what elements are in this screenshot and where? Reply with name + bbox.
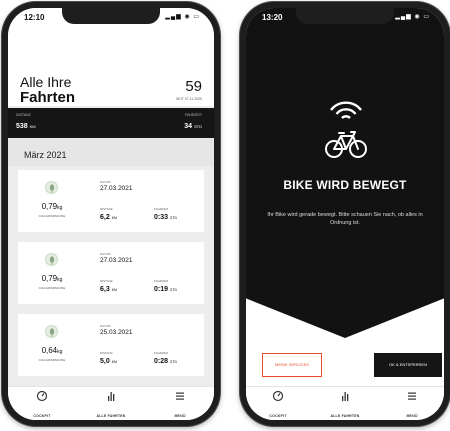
distance-total-label: DISTANZ [16, 113, 31, 117]
ride-time: 0:28 STD [154, 358, 177, 365]
gauge-icon [12, 390, 72, 404]
totals-bar: DISTANZ 538 KM FAHRZEIT 34 STD [8, 108, 214, 138]
date-label: DATUM [100, 180, 111, 184]
status-icons: ▂▄▆ ◉ ▭ [395, 14, 430, 20]
co2-value: 0,79kg [41, 274, 63, 283]
right-phone: 13:20 ▂▄▆ ◉ ▭ BIKE WIRD BEWEGT Ihr Bike … [240, 2, 450, 426]
distance-label: DISTANZ [100, 207, 113, 211]
page-title-line2: Fahrten [20, 89, 76, 106]
time-total: 34 STD [184, 123, 202, 130]
gauge-icon [248, 390, 308, 404]
bike-icon [325, 131, 367, 158]
tab-label: ALLE FAHRTEN [96, 414, 126, 418]
date-label: DATUM [100, 324, 111, 328]
tab-all-rides[interactable]: ALLE FAHRTEN [315, 390, 375, 420]
ride-distance: 5,0 KM [100, 358, 117, 365]
page-title-line1: Alle Ihre [20, 74, 72, 90]
alert-title: BIKE WIRD BEWEGT [283, 178, 407, 192]
ride-date: 27.03.2021 [100, 257, 133, 264]
ride-card-2[interactable]: 0,79kg CO2-EINSPARUNG DATUM 27.03.2021 D… [18, 242, 204, 304]
notch [296, 8, 394, 24]
date-label: DATUM [100, 252, 111, 256]
menu-icon [382, 390, 442, 404]
bar-chart-icon [315, 390, 375, 404]
tab-label: COCKPIT [269, 414, 287, 418]
ride-distance: 6,3 KM [100, 286, 117, 293]
ride-card-1[interactable]: 0,79kg CO2-EINSPARUNG DATUM 27.03.2021 D… [18, 170, 204, 232]
ride-count-since: SEIT 07.11.2020 [176, 97, 202, 101]
tab-label: ALLE FAHRTEN [330, 414, 360, 418]
co2-label: CO2-EINSPARUNG [38, 286, 66, 290]
bike-alert-screen: 13:20 ▂▄▆ ◉ ▭ BIKE WIRD BEWEGT Ihr Bike … [246, 8, 444, 420]
tab-cockpit[interactable]: COCKPIT [248, 390, 308, 420]
alert-panel [246, 8, 444, 338]
co2-label: CO2-EINSPARUNG [38, 358, 66, 362]
ride-count: 59 [185, 78, 202, 95]
ride-time: 0:19 STD [154, 286, 177, 293]
co2-value: 0,79kg [41, 202, 63, 211]
leaf-icon [45, 181, 58, 194]
menu-icon [150, 390, 210, 404]
tab-cockpit[interactable]: COCKPIT [12, 390, 72, 420]
ride-card-3[interactable]: 0,64kg CO2-EINSPARUNG DATUM 25.03.2021 D… [18, 314, 204, 376]
ride-distance: 6,2 KM [100, 214, 117, 221]
ok-unlock-button[interactable]: OK & ENTSPERREN [374, 353, 442, 377]
time-label: FAHRZEIT [154, 279, 169, 283]
distance-total: 538 KM [16, 123, 36, 130]
bar-chart-icon [81, 390, 141, 404]
status-time: 13:20 [262, 13, 283, 22]
month-header: März 2021 [8, 138, 214, 166]
tab-label: COCKPIT [33, 414, 51, 418]
distance-label: DISTANZ [100, 351, 113, 355]
distance-label: DISTANZ [100, 279, 113, 283]
time-label: FAHRZEIT [154, 207, 169, 211]
leaf-icon [45, 253, 58, 266]
tab-label: MENÜ [406, 414, 418, 418]
time-total-label: FAHRZEIT [185, 113, 202, 117]
ride-time: 0:33 STD [154, 214, 177, 221]
my-services-button[interactable]: MEINE SERVICES [262, 353, 322, 377]
left-phone: Alle Ihre Fahrten 59 SEIT 07.11.2020 12:… [2, 2, 220, 426]
tab-all-rides[interactable]: ALLE FAHRTEN [81, 390, 141, 420]
tab-menu[interactable]: MENÜ [150, 390, 210, 420]
signal-waves-icon [330, 101, 362, 119]
status-icons: ▂▄▆ ◉ ▭ [165, 14, 200, 20]
month-label: März 2021 [24, 150, 67, 160]
status-time: 12:10 [24, 13, 45, 22]
tab-bar: COCKPIT ALLE FAHRTEN MENÜ [246, 386, 444, 420]
rides-screen: Alle Ihre Fahrten 59 SEIT 07.11.2020 12:… [8, 8, 214, 420]
co2-value: 0,64kg [41, 346, 63, 355]
co2-label: CO2-EINSPARUNG [38, 214, 66, 218]
ride-date: 25.03.2021 [100, 329, 133, 336]
tab-menu[interactable]: MENÜ [382, 390, 442, 420]
tab-bar: COCKPIT ALLE FAHRTEN MENÜ [8, 386, 214, 420]
tab-label: MENÜ [174, 414, 186, 418]
notch [62, 8, 160, 24]
ride-date: 27.03.2021 [100, 185, 133, 192]
alert-message: Ihr Bike wird gerade bewegt. Bitte schau… [267, 212, 423, 226]
leaf-icon [45, 325, 58, 338]
time-label: FAHRZEIT [154, 351, 169, 355]
